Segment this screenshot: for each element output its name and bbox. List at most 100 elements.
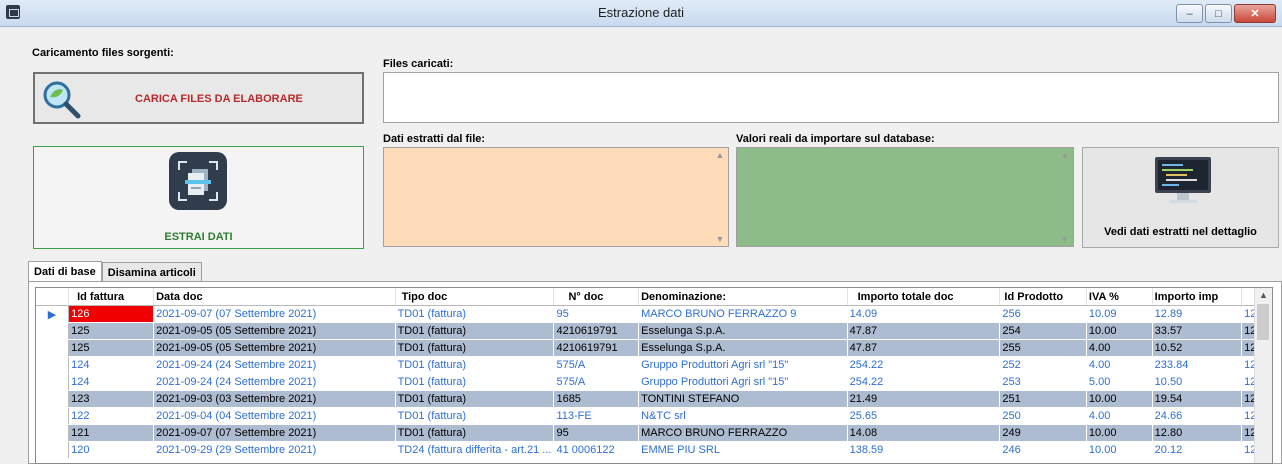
column-header[interactable]: Id fattura <box>68 288 155 306</box>
row-header[interactable] <box>36 407 70 425</box>
view-details-button[interactable]: Vedi dati estratti nel dettaglio <box>1082 147 1279 248</box>
table-cell[interactable]: 122 <box>68 407 155 425</box>
row-header[interactable]: ▶ <box>36 305 70 323</box>
table-row[interactable]: 125 2021-09-05 (05 Settembre 2021) TD01 (f… <box>36 322 1272 340</box>
table-cell[interactable]: TD24 (fattura differita - art.21 ... <box>395 441 555 459</box>
table-cell[interactable]: 2021-09-07 (07 Settembre 2021) <box>153 305 396 323</box>
table-cell[interactable]: 95 <box>553 305 640 323</box>
chevron-down-icon[interactable]: ▼ <box>712 234 728 244</box>
table-cell[interactable]: 138.59 <box>847 441 1001 459</box>
table-cell[interactable]: 10.00 <box>1086 390 1153 408</box>
table-cell[interactable]: 246 <box>999 441 1087 459</box>
chevron-up-icon[interactable]: ▲ <box>712 150 728 160</box>
table-cell[interactable]: 4210619791 <box>553 322 640 340</box>
table-cell[interactable]: 10.00 <box>1086 424 1153 442</box>
real-values-scrollbar[interactable]: ▲ ▼ <box>1057 148 1073 246</box>
table-cell[interactable]: Gruppo Produttori Agri srl "15" <box>638 356 848 374</box>
table-cell[interactable]: 575/A <box>553 356 640 374</box>
table-cell[interactable]: 2021-09-03 (03 Settembre 2021) <box>153 390 396 408</box>
table-cell[interactable]: 33.57 <box>1152 322 1243 340</box>
column-header[interactable]: Importo imp <box>1152 288 1243 306</box>
close-button[interactable]: ✕ <box>1234 4 1276 23</box>
table-cell[interactable]: 2021-09-04 (04 Settembre 2021) <box>153 407 396 425</box>
extracted-data-field[interactable]: ▲ ▼ <box>383 147 729 247</box>
column-header[interactable]: Denominazione: <box>638 288 848 306</box>
table-row[interactable]: 124 2021-09-24 (24 Settembre 2021) TD01 (f… <box>36 373 1272 391</box>
table-cell[interactable]: TD01 (fattura) <box>395 339 555 357</box>
chevron-up-icon[interactable]: ▲ <box>1255 290 1272 300</box>
table-row[interactable]: 122 2021-09-04 (04 Settembre 2021) TD01 (f… <box>36 407 1272 425</box>
table-cell[interactable]: MARCO BRUNO FERRAZZO <box>638 424 848 442</box>
table-cell[interactable]: 4210619791 <box>553 339 640 357</box>
table-cell[interactable]: 253 <box>999 373 1087 391</box>
table-cell[interactable]: 252 <box>999 356 1087 374</box>
table-cell[interactable]: 4.00 <box>1086 339 1153 357</box>
table-cell[interactable]: 14.08 <box>847 424 1001 442</box>
table-cell[interactable]: 113-FE <box>553 407 640 425</box>
table-cell[interactable]: 120 <box>68 441 155 459</box>
column-header[interactable]: Id Prodotto <box>999 288 1087 306</box>
table-cell[interactable]: 2021-09-05 (05 Settembre 2021) <box>153 322 396 340</box>
table-cell[interactable]: 21.49 <box>847 390 1001 408</box>
grid-vertical-scrollbar[interactable]: ▲ <box>1254 288 1272 463</box>
table-cell[interactable]: TD01 (fattura) <box>395 305 555 323</box>
minimize-button[interactable]: – <box>1176 4 1203 23</box>
table-cell[interactable]: 124 <box>68 356 155 374</box>
table-row[interactable]: 125 2021-09-05 (05 Settembre 2021) TD01 (f… <box>36 339 1272 357</box>
table-cell[interactable]: 12.89 <box>1152 305 1243 323</box>
table-cell[interactable]: 254 <box>999 322 1087 340</box>
table-cell[interactable]: 2021-09-24 (24 Settembre 2021) <box>153 373 396 391</box>
table-cell[interactable]: 10.52 <box>1152 339 1243 357</box>
chevron-up-icon[interactable]: ▲ <box>1057 150 1073 160</box>
row-header[interactable] <box>36 339 70 357</box>
extracted-scrollbar[interactable]: ▲ ▼ <box>712 148 728 246</box>
column-header[interactable]: Tipo doc <box>395 288 555 306</box>
column-header[interactable]: Importo totale doc <box>847 288 1001 306</box>
table-cell[interactable]: 124 <box>68 373 155 391</box>
row-header[interactable] <box>36 322 70 340</box>
table-cell[interactable]: TD01 (fattura) <box>395 322 555 340</box>
table-cell[interactable]: 24.66 <box>1152 407 1243 425</box>
real-values-field[interactable]: ▲ ▼ <box>736 147 1074 247</box>
table-cell[interactable]: 575/A <box>553 373 640 391</box>
table-cell[interactable]: N&TC srl <box>638 407 848 425</box>
table-cell[interactable]: 5.00 <box>1086 373 1153 391</box>
table-cell[interactable]: 19.54 <box>1152 390 1243 408</box>
invoice-grid[interactable]: Id fattura Data doc Tipo doc N° doc Deno… <box>35 287 1273 464</box>
row-header[interactable] <box>36 424 70 442</box>
table-cell[interactable]: 12.80 <box>1152 424 1243 442</box>
table-cell[interactable]: 25.65 <box>847 407 1001 425</box>
table-cell[interactable]: 95 <box>553 424 640 442</box>
table-cell[interactable]: 2021-09-29 (29 Settembre 2021) <box>153 441 396 459</box>
table-cell[interactable]: 250 <box>999 407 1087 425</box>
table-cell[interactable]: TD01 (fattura) <box>395 424 555 442</box>
row-header[interactable] <box>36 356 70 374</box>
column-header[interactable]: N° doc <box>553 288 640 306</box>
table-row[interactable]: 120 2021-09-29 (29 Settembre 2021) TD24 (f… <box>36 441 1272 459</box>
table-cell[interactable]: TD01 (fattura) <box>395 356 555 374</box>
table-cell[interactable]: MARCO BRUNO FERRAZZO 9 <box>638 305 848 323</box>
table-cell[interactable]: 20.12 <box>1152 441 1243 459</box>
column-header[interactable]: IVA % <box>1086 288 1153 306</box>
table-cell[interactable]: 14.09 <box>847 305 1001 323</box>
files-loaded-field[interactable] <box>383 72 1279 123</box>
table-cell[interactable]: 10.09 <box>1086 305 1153 323</box>
table-row[interactable]: ▶ 126 2021-09-07 (07 Settembre 2021) TD01 (… <box>36 305 1272 323</box>
table-cell[interactable]: 125 <box>68 339 155 357</box>
table-cell[interactable]: 121 <box>68 424 155 442</box>
extract-data-button[interactable]: ESTRAI DATI <box>33 146 364 249</box>
table-cell[interactable]: Esselunga S.p.A. <box>638 322 848 340</box>
table-cell[interactable]: 2021-09-07 (07 Settembre 2021) <box>153 424 396 442</box>
table-cell[interactable]: 254.22 <box>847 373 1001 391</box>
table-cell[interactable]: TD01 (fattura) <box>395 390 555 408</box>
table-cell[interactable]: 249 <box>999 424 1087 442</box>
table-row[interactable]: 123 2021-09-03 (03 Settembre 2021) TD01 (f… <box>36 390 1272 408</box>
table-cell[interactable]: 10.00 <box>1086 441 1153 459</box>
column-header[interactable]: Data doc <box>153 288 396 306</box>
row-header[interactable] <box>36 373 70 391</box>
table-cell[interactable]: TONTINI STEFANO <box>638 390 848 408</box>
table-cell[interactable]: 1685 <box>553 390 640 408</box>
table-row[interactable]: 121 2021-09-07 (07 Settembre 2021) TD01 (f… <box>36 424 1272 442</box>
table-cell[interactable]: 47.87 <box>847 339 1001 357</box>
table-cell[interactable]: 123 <box>68 390 155 408</box>
